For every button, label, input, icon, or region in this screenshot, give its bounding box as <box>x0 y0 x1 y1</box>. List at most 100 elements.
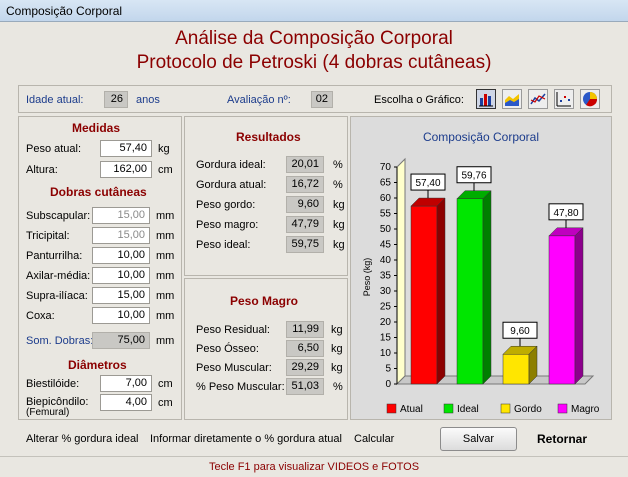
altura-unit: cm <box>158 164 173 176</box>
peso-magro-label: Peso Muscular: <box>196 362 272 374</box>
data-label: 57,40 <box>415 178 440 189</box>
y-tick-label: 5 <box>385 364 391 375</box>
body-composition-chart: Composição Corporal Peso (kg) 0 5 10 15 20 25… <box>362 130 600 415</box>
data-label: 59,76 <box>461 171 486 182</box>
idade-unit: anos <box>136 94 160 106</box>
title-bar: Composição Corporal <box>0 0 628 22</box>
dobra-unit: mm <box>156 250 175 262</box>
soma-unit: mm <box>156 335 175 347</box>
footer-divider <box>0 456 628 457</box>
gordura-atual-value: 16,72 <box>286 176 324 193</box>
coxa-input[interactable]: 10,00 <box>92 307 150 324</box>
pie-chart-button[interactable] <box>580 89 600 109</box>
soma-label: Som. Dobras: <box>26 335 94 347</box>
resultado-unit: kg <box>333 199 345 211</box>
save-button[interactable]: Salvar <box>440 427 517 451</box>
biepicondilo-unit: cm <box>158 397 173 409</box>
peso-label: Peso atual: <box>26 143 82 155</box>
peso-unit: kg <box>158 143 170 155</box>
soma-value: 75,00 <box>92 332 150 349</box>
informar-gordura-link[interactable]: Informar diretamente o % gordura atual <box>150 433 342 445</box>
dobra-label: Axilar-média: <box>26 270 91 282</box>
altura-input[interactable]: 162,00 <box>100 161 152 178</box>
biepicondilo-input[interactable]: 4,00 <box>100 394 152 411</box>
peso-ideal-value: 59,75 <box>286 236 324 253</box>
bar-atual <box>410 205 438 385</box>
y-tick-label: 0 <box>385 379 391 390</box>
y-tick-label: 50 <box>380 224 392 235</box>
resultados-title: Resultados <box>236 130 301 144</box>
bar-side <box>482 190 492 385</box>
f1-hint: Tecle F1 para visualizar VIDEOS e FOTOS <box>208 461 420 473</box>
resultado-label: Gordura ideal: <box>196 159 266 171</box>
legend-swatch <box>386 403 397 414</box>
back-button[interactable]: Retornar <box>537 432 587 446</box>
area-chart-icon <box>505 94 519 106</box>
resultado-label: Peso ideal: <box>196 239 251 251</box>
dobra-label: Tricipital: <box>26 230 70 242</box>
peso-magro-unit: kg <box>331 343 343 355</box>
bar-side <box>574 227 584 385</box>
y-tick-label: 35 <box>380 271 392 282</box>
line-chart-icon <box>530 93 546 105</box>
window-title: Composição Corporal <box>6 4 123 18</box>
grafico-label: Escolha o Gráfico: <box>374 94 464 106</box>
peso-osseo-value: 6,50 <box>286 340 324 357</box>
chart-ylabel: Peso (kg) <box>362 258 372 297</box>
y-tick-label: 60 <box>380 193 392 204</box>
calcular-link[interactable]: Calcular <box>354 433 394 445</box>
medidas-title: Medidas <box>72 121 121 135</box>
panturrilha-input[interactable]: 10,00 <box>92 247 150 264</box>
scatter-chart-button[interactable] <box>554 89 574 109</box>
resultado-label: Peso magro: <box>196 219 259 231</box>
peso-magro-label: % Peso Muscular: <box>196 381 285 393</box>
scatter-chart-icon <box>556 92 571 107</box>
peso-magro-unit: % <box>333 381 343 393</box>
y-tick-label: 65 <box>380 178 392 189</box>
avaliacao-value: 02 <box>311 91 333 108</box>
supra-iliaca-input[interactable]: 15,00 <box>92 287 150 304</box>
dobra-unit: mm <box>156 290 175 302</box>
bar-magro <box>548 235 576 385</box>
pie-chart-icon <box>583 92 598 107</box>
biestiloide-input[interactable]: 7,00 <box>100 375 152 392</box>
data-label: 47,80 <box>553 208 578 219</box>
peso-magro-unit: kg <box>331 324 343 336</box>
line-chart-button[interactable] <box>528 89 548 109</box>
dobra-unit: mm <box>156 270 175 282</box>
bar-ideal <box>456 198 484 385</box>
peso-magro-unit: kg <box>331 362 343 374</box>
diametros-title: Diâmetros <box>68 358 127 372</box>
subscapular-input[interactable]: 15,00 <box>92 207 150 224</box>
dobra-unit: mm <box>156 210 175 222</box>
peso-magro-title: Peso Magro <box>230 294 299 308</box>
resultado-unit: kg <box>333 219 345 231</box>
percent-peso-muscular-value: 51,03 <box>286 378 324 395</box>
gordura-ideal-value: 20,01 <box>286 156 324 173</box>
axilar-media-input[interactable]: 10,00 <box>92 267 150 284</box>
bar-side <box>436 197 446 385</box>
dobra-unit: mm <box>156 230 175 242</box>
dobras-title: Dobras cutâneas <box>50 185 147 199</box>
idade-value: 26 <box>104 91 128 108</box>
page-title: Análise da Composição Corporal <box>175 28 453 49</box>
y-tick-label: 10 <box>380 348 392 359</box>
y-tick-label: 45 <box>380 240 392 251</box>
biestiloide-unit: cm <box>158 378 173 390</box>
legend-label: Gordo <box>514 404 542 415</box>
chart-title: Composição Corporal <box>423 130 539 144</box>
bar-chart-button[interactable] <box>476 89 496 109</box>
alterar-gordura-link[interactable]: Alterar % gordura ideal <box>26 433 139 445</box>
y-tick-label: 40 <box>380 255 392 266</box>
peso-input[interactable]: 57,40 <box>100 140 152 157</box>
legend-label: Magro <box>571 404 600 415</box>
legend-label: Ideal <box>457 404 479 415</box>
tricipital-input[interactable]: 15,00 <box>92 227 150 244</box>
page-subtitle: Protocolo de Petroski (4 dobras cutâneas… <box>136 52 492 73</box>
bar-gordo <box>502 353 530 385</box>
resultado-label: Gordura atual: <box>196 179 267 191</box>
area-chart-button[interactable] <box>502 89 522 109</box>
avaliacao-label: Avaliação nº: <box>227 94 291 106</box>
dobra-label: Panturrilha: <box>26 250 83 262</box>
peso-muscular-value: 29,29 <box>286 359 324 376</box>
